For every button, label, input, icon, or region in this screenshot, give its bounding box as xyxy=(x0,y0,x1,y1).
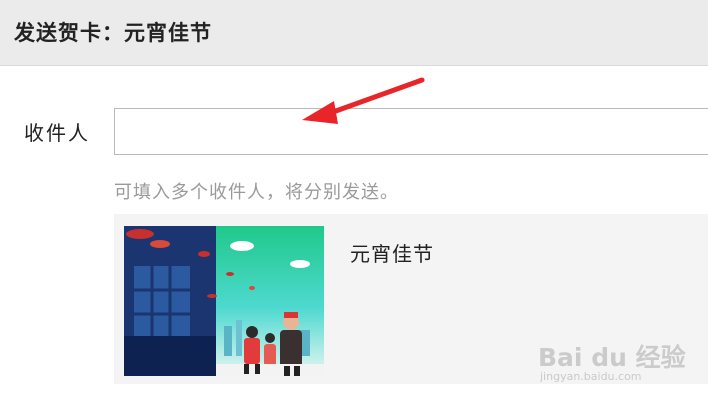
card-thumbnail-image[interactable] xyxy=(124,226,324,376)
recipient-input[interactable] xyxy=(114,108,708,155)
header-bar: 发送贺卡：元宵佳节 xyxy=(0,0,708,66)
recipient-label: 收件人 xyxy=(24,121,90,145)
card-preview-panel: 元宵佳节 xyxy=(114,214,708,384)
recipient-hint: 可填入多个收件人，将分别发送。 xyxy=(114,182,399,203)
page-title: 发送贺卡：元宵佳节 xyxy=(14,21,212,45)
send-card-window: 发送贺卡：元宵佳节 收件人 可填入多个收件人，将分别发送。 元宵佳节 Bai d… xyxy=(0,0,708,400)
card-name: 元宵佳节 xyxy=(350,242,434,266)
